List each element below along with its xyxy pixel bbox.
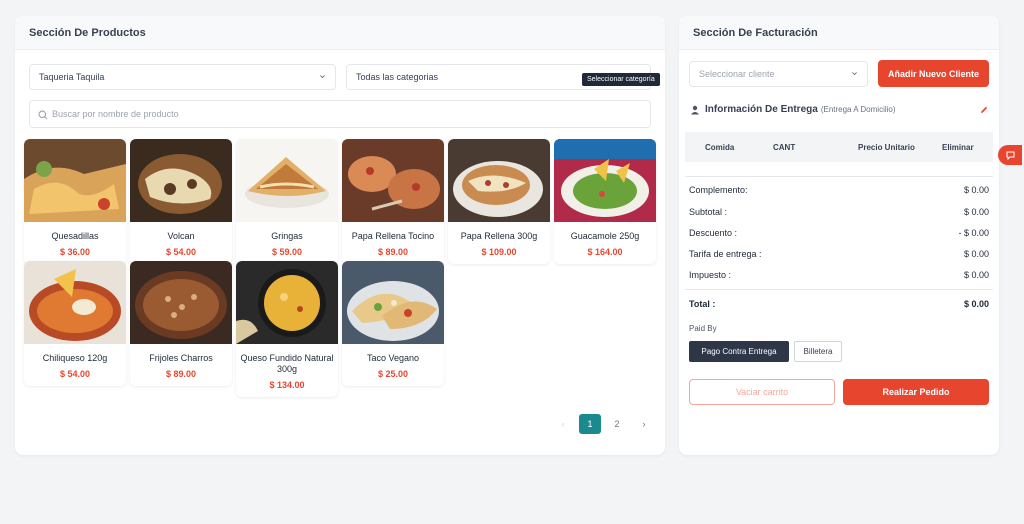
divider (685, 176, 993, 177)
product-name: Volcan (167, 231, 195, 241)
user-icon (691, 105, 699, 114)
product-price: $ 134.00 (269, 380, 305, 390)
product-name: Queso Fundido Natural 300g (240, 353, 334, 374)
product-card[interactable]: Papa Rellena Tocino $ 89.00 (342, 139, 444, 264)
client-select-placeholder: Seleccionar cliente (699, 69, 775, 79)
summary-value: $ 0.00 (963, 249, 989, 259)
category-tooltip: Seleccionar categoría (582, 73, 660, 86)
search-placeholder: Buscar por nombre de producto (52, 109, 179, 119)
delivery-title: Información De Entrega (705, 104, 818, 115)
chat-icon (1006, 151, 1014, 160)
product-name: Papa Rellena 300g (460, 231, 538, 241)
delivery-mode: (Entrega A Domicilio) (820, 105, 896, 114)
product-card[interactable]: Gringas $ 59.00 (236, 139, 338, 264)
product-image (554, 139, 656, 222)
col-header-food: Comida (705, 142, 735, 152)
edit-pencil-icon[interactable] (979, 105, 989, 115)
summary-value: $ 0.00 (963, 185, 989, 195)
pagination-prev-button[interactable]: ‹ (552, 414, 574, 434)
product-price: $ 54.00 (59, 369, 91, 379)
product-name: Papa Rellena Tocino (351, 231, 435, 241)
products-panel-title: Sección De Productos (15, 16, 665, 50)
summary-label: Complemento: (689, 185, 748, 195)
chevron-down-icon (320, 75, 325, 79)
client-select[interactable]: Seleccionar cliente (689, 61, 868, 87)
delivery-info-heading: Información De Entrega (Entrega A Domici… (690, 104, 896, 115)
product-image (236, 261, 338, 344)
pagination-page-2[interactable]: 2 (606, 414, 628, 434)
divider (685, 289, 993, 290)
product-card[interactable]: Quesadillas $ 36.00 (24, 139, 126, 264)
summary-row: Subtotal : $ 0.00 (689, 207, 989, 217)
payment-option-wallet[interactable]: Billetera (794, 341, 842, 362)
product-name: Frijoles Charros (149, 353, 213, 363)
product-name: Gringas (271, 231, 303, 241)
chevron-down-icon (852, 72, 857, 76)
product-image (342, 139, 444, 222)
product-card[interactable]: Frijoles Charros $ 89.00 (130, 261, 232, 386)
cart-table-header: Comida CANT Precio Unitario Eliminar (685, 132, 993, 162)
product-name: Guacamole 250g (570, 231, 640, 241)
summary-label: Descuento : (689, 228, 738, 238)
total-row: Total : $ 0.00 (689, 299, 989, 309)
product-card[interactable]: Chiliqueso 120g $ 54.00 (24, 261, 126, 386)
summary-row: Descuento : - $ 0.00 (689, 228, 989, 238)
product-card[interactable]: Volcan $ 54.00 (130, 139, 232, 264)
pagination: ‹ 1 2 › (547, 414, 655, 434)
product-price: $ 89.00 (165, 369, 197, 379)
summary-label: Impuesto : (689, 270, 732, 280)
place-order-button[interactable]: Realizar Pedido (843, 379, 989, 405)
summary-value: $ 0.00 (963, 270, 989, 280)
search-icon (38, 110, 48, 120)
total-label: Total : (689, 299, 716, 309)
payment-option-cod[interactable]: Pago Contra Entrega (689, 341, 789, 362)
summary-value: - $ 0.00 (958, 228, 989, 238)
pagination-page-1[interactable]: 1 (579, 414, 601, 434)
store-select[interactable]: Taqueria Taquila (29, 64, 336, 90)
products-panel: Sección De Productos Taqueria Taquila To… (15, 16, 665, 455)
product-price: $ 25.00 (377, 369, 409, 379)
product-image (24, 139, 126, 222)
billing-panel: Sección De Facturación Seleccionar clien… (679, 16, 999, 455)
product-name: Taco Vegano (366, 353, 420, 363)
summary-value: $ 0.00 (963, 207, 989, 217)
product-image (342, 261, 444, 344)
product-image (236, 139, 338, 222)
product-card[interactable]: Papa Rellena 300g $ 109.00 (448, 139, 550, 264)
product-image (448, 139, 550, 222)
product-price: $ 109.00 (481, 247, 517, 257)
summary-row: Impuesto : $ 0.00 (689, 270, 989, 280)
product-image (130, 261, 232, 344)
product-name: Quesadillas (51, 231, 99, 241)
product-search-input[interactable]: Buscar por nombre de producto (29, 100, 651, 128)
summary-label: Tarifa de entrega : (689, 249, 762, 259)
col-header-qty: CANT (773, 142, 796, 152)
billing-panel-title: Sección De Facturación (679, 16, 999, 50)
empty-cart-button[interactable]: Vaciar carrito (689, 379, 835, 405)
summary-row: Tarifa de entrega : $ 0.00 (689, 249, 989, 259)
category-select-value: Todas las categorias (356, 72, 439, 82)
product-image (24, 261, 126, 344)
pagination-next-button[interactable]: › (633, 414, 655, 434)
side-chat-button[interactable] (998, 145, 1022, 165)
product-card[interactable]: Guacamole 250g $ 164.00 (554, 139, 656, 264)
summary-row: Complemento: $ 0.00 (689, 185, 989, 195)
summary-label: Subtotal : (689, 207, 728, 217)
add-client-button[interactable]: Añadir Nuevo Cliente (878, 60, 989, 87)
product-name: Chiliqueso 120g (42, 353, 108, 363)
product-image (130, 139, 232, 222)
product-card[interactable]: Queso Fundido Natural 300g $ 134.00 (236, 261, 338, 397)
col-header-unit-price: Precio Unitario (858, 142, 915, 152)
total-value: $ 0.00 (963, 299, 989, 309)
product-price: $ 164.00 (587, 247, 623, 257)
store-select-value: Taqueria Taquila (39, 72, 105, 82)
col-header-delete: Eliminar (942, 142, 974, 152)
paid-by-label: Paid By (689, 324, 717, 333)
product-card[interactable]: Taco Vegano $ 25.00 (342, 261, 444, 386)
